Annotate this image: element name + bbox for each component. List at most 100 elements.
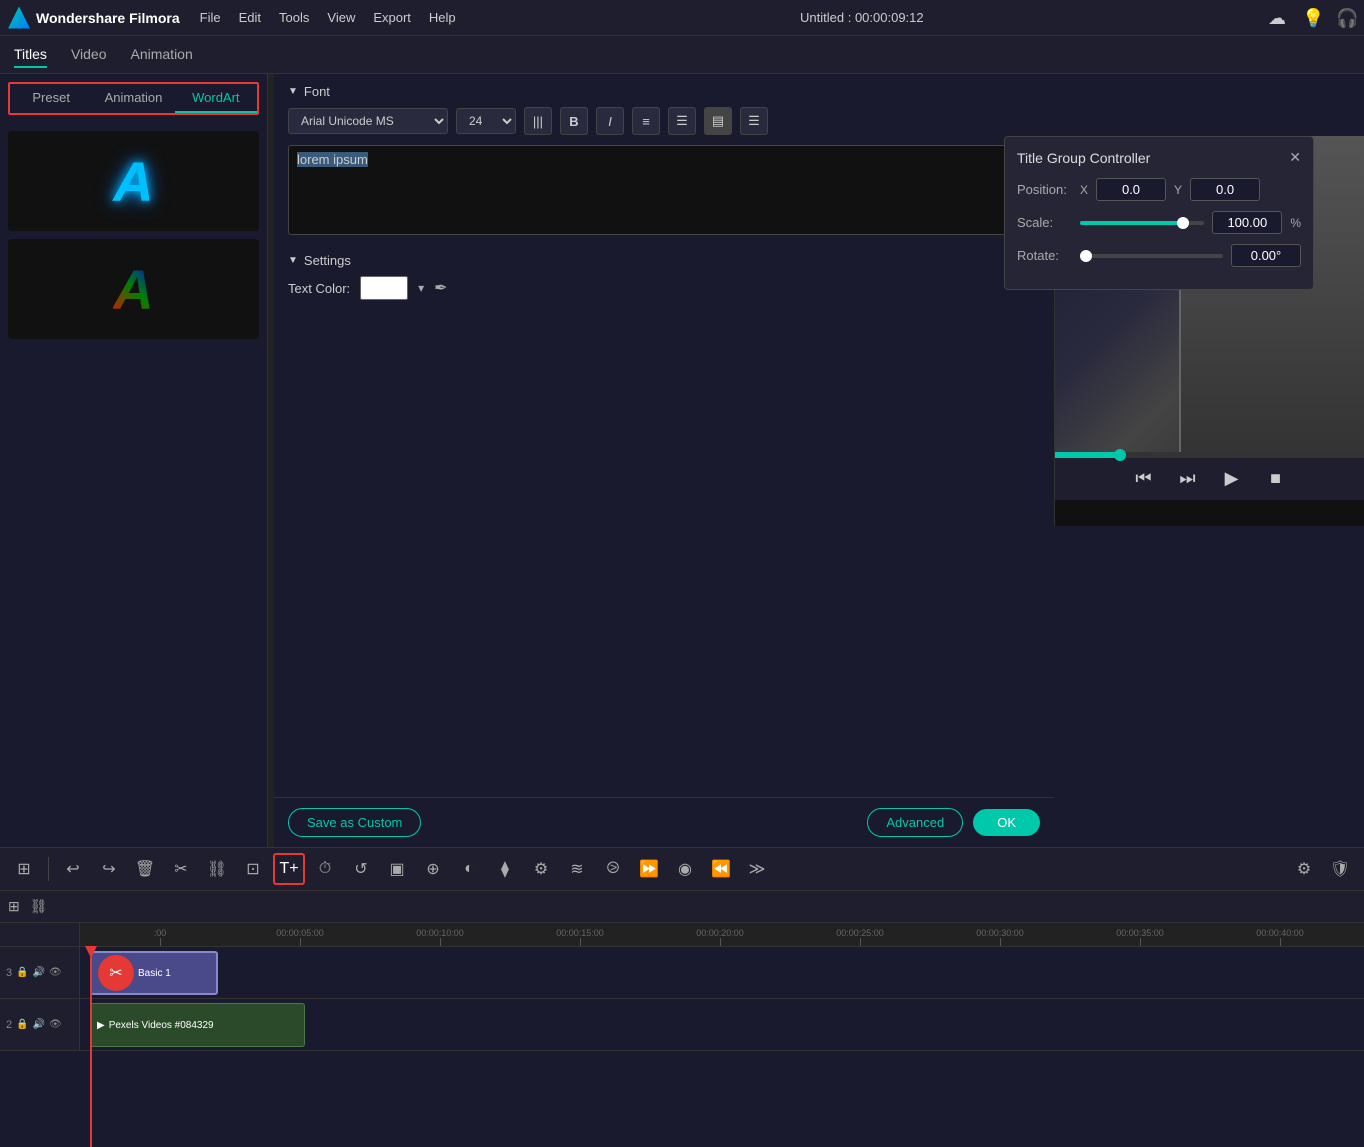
- track-audio-icon-2[interactable]: 🔊: [33, 1019, 45, 1030]
- tgc-position-row: Position: X Y: [1017, 178, 1301, 201]
- media-btn[interactable]: ▣: [381, 853, 413, 885]
- timer-btn[interactable]: ⏱: [309, 853, 341, 885]
- app-name: Wondershare Filmora: [36, 10, 180, 26]
- thumbnail-blue-a[interactable]: A: [8, 131, 259, 231]
- compound-btn[interactable]: ⧁: [597, 853, 629, 885]
- clip-basic-1[interactable]: ✂ Basic 1: [90, 951, 218, 995]
- font-bold-btn[interactable]: B: [560, 107, 588, 135]
- tgc-scale-thumb[interactable]: [1177, 217, 1189, 229]
- settings-section: ▼ Settings Text Color: ▾ ✒: [288, 253, 1040, 300]
- stop-btn[interactable]: ■: [1262, 464, 1290, 492]
- advanced-button[interactable]: Advanced: [867, 808, 963, 837]
- tgc-scale-unit: %: [1290, 216, 1301, 230]
- save-custom-button[interactable]: Save as Custom: [288, 808, 421, 837]
- tgc-rotate-input[interactable]: [1231, 244, 1301, 267]
- crop-btn[interactable]: ⊡: [237, 853, 269, 885]
- tune-btn[interactable]: ⚙: [525, 853, 557, 885]
- font-italic-btn[interactable]: I: [596, 107, 624, 135]
- tgc-x-label: X: [1080, 183, 1088, 197]
- mask-btn[interactable]: ◐: [453, 853, 485, 885]
- sub-tab-animation[interactable]: Animation: [92, 84, 174, 113]
- font-family-select[interactable]: Arial Unicode MS: [288, 108, 448, 134]
- cut-btn[interactable]: ✂: [165, 853, 197, 885]
- seek-bar[interactable]: [1055, 452, 1364, 458]
- align-justify-btn[interactable]: ☰: [740, 107, 768, 135]
- tab-titles[interactable]: Titles: [14, 42, 47, 68]
- link-tracks-btn[interactable]: ⛓: [30, 898, 48, 915]
- tgc-scale-input[interactable]: [1212, 211, 1282, 234]
- redo-btn[interactable]: ↪: [93, 853, 125, 885]
- settings-collapse-arrow[interactable]: ▼: [288, 255, 298, 266]
- top-icons: ☁ 💡 🎧: [1268, 8, 1356, 28]
- text-color-row: Text Color: ▾ ✒: [288, 276, 1040, 300]
- font-spacing-btn[interactable]: |||: [524, 107, 552, 135]
- color-mask-btn[interactable]: ⧫: [489, 853, 521, 885]
- font-size-select[interactable]: 24: [456, 108, 516, 134]
- align-right-btn[interactable]: ▤: [704, 107, 732, 135]
- settings-section-label: Settings: [304, 253, 351, 268]
- text-add-btn[interactable]: T+: [273, 853, 305, 885]
- track-eye-icon-3[interactable]: 👁: [49, 967, 62, 978]
- add-track-btn[interactable]: ⊞: [8, 898, 20, 915]
- align-center-btn[interactable]: ☰: [668, 107, 696, 135]
- track-lock-icon-3[interactable]: 🔒: [16, 967, 28, 978]
- tgc-y-label: Y: [1174, 183, 1182, 197]
- tab-video[interactable]: Video: [71, 42, 107, 68]
- menu-export[interactable]: Export: [373, 10, 411, 25]
- track-num-2: 2: [6, 1019, 12, 1031]
- link-btn[interactable]: ⛓: [201, 853, 233, 885]
- rewind-btn[interactable]: ⏮: [1130, 464, 1158, 492]
- bulb-icon[interactable]: 💡: [1302, 8, 1322, 28]
- tgc-x-input[interactable]: [1096, 178, 1166, 201]
- cloud-icon[interactable]: ☁: [1268, 8, 1288, 28]
- motion-btn[interactable]: ↺: [345, 853, 377, 885]
- undo-btn[interactable]: ↩: [57, 853, 89, 885]
- track-lock-icon-2[interactable]: 🔒: [16, 1019, 28, 1030]
- text-input-area[interactable]: lorem ipsum: [288, 145, 1040, 235]
- speed-btn[interactable]: ⏩: [633, 853, 665, 885]
- sub-tab-preset[interactable]: Preset: [10, 84, 92, 113]
- tgc-close-btn[interactable]: ✕: [1289, 149, 1301, 166]
- color-swatch[interactable]: [360, 276, 408, 300]
- shield-btn[interactable]: 🛡: [1324, 853, 1356, 885]
- wave-btn[interactable]: ≋: [561, 853, 593, 885]
- play-btn[interactable]: ▶: [1218, 464, 1246, 492]
- step-back-btn[interactable]: ⏭: [1174, 464, 1202, 492]
- tgc-rotate-track[interactable]: [1080, 254, 1223, 258]
- clip-name-basic: Basic 1: [138, 968, 171, 979]
- delete-btn[interactable]: 🗑: [129, 853, 161, 885]
- clip-video-1[interactable]: ▶ Pexels Videos #084329: [90, 1003, 305, 1047]
- menu-bar: Wondershare Filmora File Edit Tools View…: [0, 0, 1364, 36]
- color-dropdown-arrow[interactable]: ▾: [418, 281, 424, 295]
- align-left-btn[interactable]: ≡: [632, 107, 660, 135]
- menu-tools[interactable]: Tools: [279, 10, 309, 25]
- seek-thumb[interactable]: [1114, 449, 1126, 461]
- headset-icon[interactable]: 🎧: [1336, 8, 1356, 28]
- tgc-scale-fill: [1080, 221, 1179, 225]
- settings-gear-btn[interactable]: ⚙: [1288, 853, 1320, 885]
- tgc-scale-track[interactable]: [1080, 221, 1204, 225]
- ruler-mark-2: 00:00:10:00: [370, 928, 510, 946]
- ok-button[interactable]: OK: [973, 809, 1040, 836]
- track-eye-icon-2[interactable]: 👁: [49, 1019, 62, 1030]
- scenes-btn[interactable]: ⊞: [8, 853, 40, 885]
- track-audio-icon-3[interactable]: 🔊: [33, 967, 45, 978]
- reverse-btn[interactable]: ⏪: [705, 853, 737, 885]
- menu-help[interactable]: Help: [429, 10, 456, 25]
- toolbar: ⊞ ↩ ↪ 🗑 ✂ ⛓ ⊡ T+ ⏱ ↺ ▣ ⊕ ◐ ⧫ ⚙ ≋ ⧁ ⏩ ◉ ⏪…: [0, 847, 1364, 891]
- pip-btn[interactable]: ⊕: [417, 853, 449, 885]
- menu-file[interactable]: File: [200, 10, 221, 25]
- tgc-y-input[interactable]: [1190, 178, 1260, 201]
- thumbnail-rgb-a[interactable]: A: [8, 239, 259, 339]
- sub-tab-wordart[interactable]: WordArt: [175, 84, 257, 113]
- tgc-rotate-thumb[interactable]: [1080, 250, 1092, 262]
- eyedropper-icon[interactable]: ✒: [434, 278, 447, 298]
- playhead[interactable]: [90, 947, 92, 1147]
- menu-edit[interactable]: Edit: [239, 10, 261, 25]
- font-collapse-arrow[interactable]: ▼: [288, 86, 298, 97]
- stabilize-btn[interactable]: ◉: [669, 853, 701, 885]
- menu-view[interactable]: View: [327, 10, 355, 25]
- ruler-mark-4: 00:00:20:00: [650, 928, 790, 946]
- tab-animation[interactable]: Animation: [131, 42, 193, 68]
- expand-btn[interactable]: ≫: [741, 853, 773, 885]
